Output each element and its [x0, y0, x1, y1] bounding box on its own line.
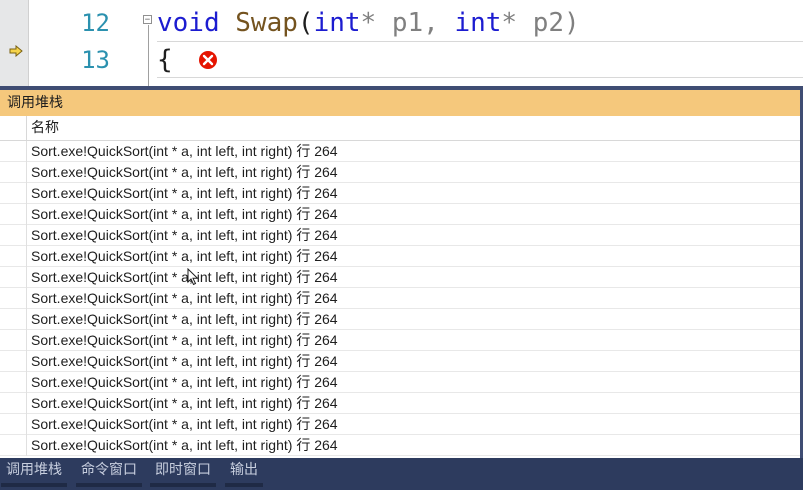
- row-gutter: [0, 330, 27, 351]
- header-gutter: [0, 116, 27, 140]
- tab-immediate-window[interactable]: 即时窗口: [150, 458, 216, 487]
- column-header-row: 名称: [0, 116, 803, 141]
- table-row[interactable]: Sort.exe!QuickSort(int * a, int left, in…: [0, 351, 803, 372]
- row-gutter: [0, 393, 27, 414]
- stack-frame-text: Sort.exe!QuickSort(int * a, int left, in…: [31, 374, 338, 390]
- stack-frame-text: Sort.exe!QuickSort(int * a, int left, in…: [31, 143, 338, 159]
- stack-frame-text: Sort.exe!QuickSort(int * a, int left, in…: [31, 185, 338, 201]
- call-stack-titlebar[interactable]: 调用堆栈: [0, 90, 803, 116]
- row-gutter: [0, 246, 27, 267]
- keyword-int-1: int: [313, 8, 361, 38]
- tab-underline: [150, 483, 216, 487]
- tab-command-window[interactable]: 命令窗口: [76, 458, 142, 487]
- table-row[interactable]: Sort.exe!QuickSort(int * a, int left, in…: [0, 435, 803, 456]
- table-row[interactable]: Sort.exe!QuickSort(int * a, int left, in…: [0, 204, 803, 225]
- table-row[interactable]: Sort.exe!QuickSort(int * a, int left, in…: [0, 141, 803, 162]
- call-stack-list[interactable]: 名称 Sort.exe!QuickSort(int * a, int left,…: [0, 116, 803, 458]
- table-row[interactable]: Sort.exe!QuickSort(int * a, int left, in…: [0, 225, 803, 246]
- table-row[interactable]: Sort.exe!QuickSort(int * a, int left, in…: [0, 267, 803, 288]
- tab-underline: [225, 483, 263, 487]
- stack-frame-text: Sort.exe!QuickSort(int * a, int left, in…: [31, 353, 338, 369]
- keyword-int-2: int: [454, 8, 502, 38]
- line-number: 12: [81, 9, 110, 37]
- stack-frame-text: Sort.exe!QuickSort(int * a, int left, in…: [31, 227, 338, 243]
- tab-label: 调用堆栈: [6, 462, 62, 478]
- stack-frame-text: Sort.exe!QuickSort(int * a, int left, in…: [31, 416, 338, 432]
- bottom-tab-bar: 调用堆栈 命令窗口 即时窗口 输出: [0, 458, 803, 490]
- open-paren: (: [297, 8, 314, 38]
- row-gutter: [0, 204, 27, 225]
- stack-frame-text: Sort.exe!QuickSort(int * a, int left, in…: [31, 437, 338, 453]
- line-number: 13: [81, 46, 110, 74]
- keyword-void: void: [157, 8, 220, 38]
- row-gutter: [0, 309, 27, 330]
- row-gutter: [0, 351, 27, 372]
- code-line-12[interactable]: 12 void Swap(int* p1, int* p2): [0, 5, 803, 42]
- stack-frame-text: Sort.exe!QuickSort(int * a, int left, in…: [31, 395, 338, 411]
- function-name: Swap: [235, 8, 298, 38]
- tab-underline: [1, 483, 67, 487]
- row-gutter: [0, 288, 27, 309]
- table-row[interactable]: Sort.exe!QuickSort(int * a, int left, in…: [0, 183, 803, 204]
- stack-frame-text: Sort.exe!QuickSort(int * a, int left, in…: [31, 290, 338, 306]
- table-row[interactable]: Sort.exe!QuickSort(int * a, int left, in…: [0, 372, 803, 393]
- error-x-icon[interactable]: [198, 50, 218, 70]
- stack-frame-text: Sort.exe!QuickSort(int * a, int left, in…: [31, 311, 338, 327]
- table-row[interactable]: Sort.exe!QuickSort(int * a, int left, in…: [0, 288, 803, 309]
- param-1: * p1,: [360, 8, 455, 38]
- line-separator: [157, 77, 803, 78]
- table-row[interactable]: Sort.exe!QuickSort(int * a, int left, in…: [0, 414, 803, 435]
- stack-frame-text: Sort.exe!QuickSort(int * a, int left, in…: [31, 206, 338, 222]
- stack-frame-text: Sort.exe!QuickSort(int * a, int left, in…: [31, 332, 338, 348]
- row-gutter: [0, 162, 27, 183]
- tab-underline: [76, 483, 142, 487]
- stack-frame-text: Sort.exe!QuickSort(int * a, int left, in…: [31, 164, 338, 180]
- table-row[interactable]: Sort.exe!QuickSort(int * a, int left, in…: [0, 246, 803, 267]
- tab-label: 命令窗口: [81, 462, 137, 478]
- row-gutter: [0, 141, 27, 162]
- tab-output[interactable]: 输出: [225, 458, 263, 487]
- row-gutter: [0, 414, 27, 435]
- table-row[interactable]: Sort.exe!QuickSort(int * a, int left, in…: [0, 162, 803, 183]
- row-gutter: [0, 183, 27, 204]
- column-header-name[interactable]: 名称: [31, 116, 59, 140]
- mouse-cursor-icon: [187, 268, 199, 286]
- tab-label: 输出: [230, 462, 258, 478]
- table-row[interactable]: Sort.exe!QuickSort(int * a, int left, in…: [0, 393, 803, 414]
- row-gutter: [0, 435, 27, 456]
- row-gutter: [0, 267, 27, 288]
- code-editor[interactable]: − 12 void Swap(int* p1, int* p2) 13 {: [0, 0, 803, 86]
- row-gutter: [0, 225, 27, 246]
- table-row[interactable]: Sort.exe!QuickSort(int * a, int left, in…: [0, 330, 803, 351]
- row-gutter: [0, 372, 27, 393]
- code-line-13[interactable]: 13 {: [0, 42, 803, 79]
- code-text: {: [157, 45, 173, 75]
- tab-label: 即时窗口: [155, 462, 211, 478]
- call-stack-title: 调用堆栈: [7, 95, 63, 111]
- param-2: * p2): [501, 8, 580, 38]
- stack-frame-text: Sort.exe!QuickSort(int * a, int left, in…: [31, 248, 338, 264]
- code-text: void Swap(int* p1, int* p2): [157, 5, 580, 42]
- call-stack-rows: Sort.exe!QuickSort(int * a, int left, in…: [0, 141, 803, 456]
- table-row[interactable]: Sort.exe!QuickSort(int * a, int left, in…: [0, 309, 803, 330]
- stack-frame-text: Sort.exe!QuickSort(int * a, int left, in…: [31, 269, 338, 285]
- tab-call-stack[interactable]: 调用堆栈: [1, 458, 67, 487]
